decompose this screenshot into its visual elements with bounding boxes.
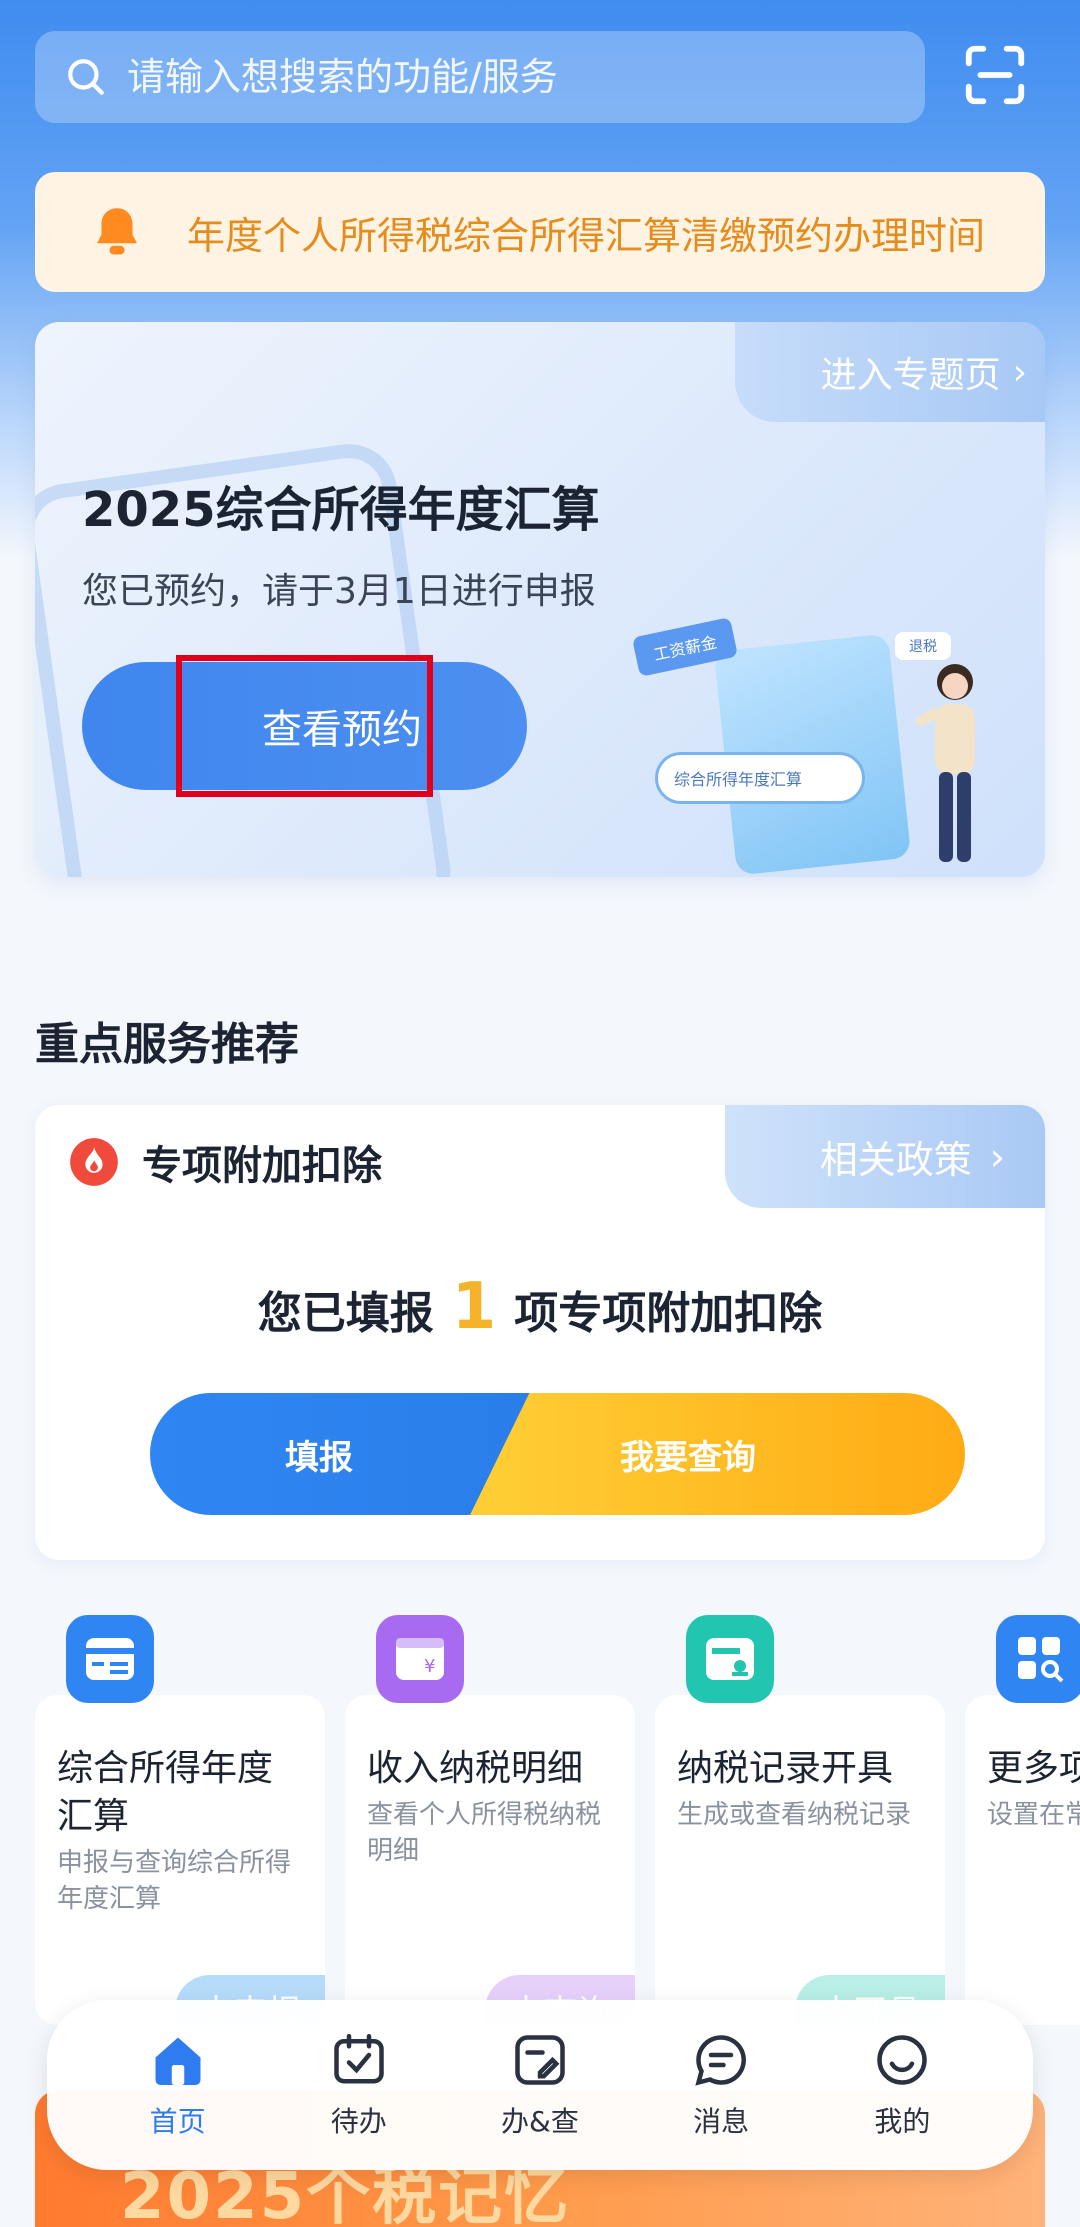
topic-link-label: 进入专题页	[820, 355, 1001, 396]
tax-form-icon	[66, 1615, 154, 1703]
tab-mine[interactable]: 我的	[827, 2030, 977, 2140]
banner-subtitle: 您已预约，请于3月1日进行申报	[82, 571, 596, 612]
certificate-icon	[686, 1615, 774, 1703]
notice-bar[interactable]: 年度个人所得税综合所得汇算清缴预约办理时间	[35, 172, 1045, 292]
filed-count-line: 您已填报 1 项专项附加扣除	[35, 1270, 1045, 1344]
deduction-header: 专项附加扣除	[68, 1133, 382, 1191]
topic-page-link[interactable]: 进入专题页 ›	[735, 322, 1045, 422]
wallet-yuan-icon: ¥	[376, 1615, 464, 1703]
tab-label: 消息	[693, 2105, 750, 2138]
deduction-actions: 填报 我要查询	[150, 1393, 965, 1515]
service-desc: 申报与查询综合所得年度汇算	[57, 1848, 292, 1914]
filed-prefix: 您已填报	[257, 1288, 434, 1339]
policy-link-label: 相关政策	[819, 1138, 972, 1182]
smile-icon	[877, 2035, 928, 2085]
fill-button-label: 填报	[285, 1437, 353, 1478]
highlight-box	[176, 655, 433, 797]
tab-todo[interactable]: 待办	[284, 2030, 434, 2140]
person-illustration	[916, 664, 975, 862]
filed-count: 1	[451, 1270, 497, 1344]
tab-label: 我的	[874, 2105, 931, 2138]
deduction-title: 专项附加扣除	[142, 1143, 382, 1189]
query-button[interactable]: 我要查询	[470, 1393, 965, 1515]
tab-handle-query[interactable]: 办&查	[465, 2030, 615, 2140]
form-edit-icon	[515, 2035, 565, 2085]
filed-suffix: 项专项附加扣除	[514, 1288, 823, 1339]
bell-icon	[97, 208, 137, 255]
flame-badge-icon	[70, 1138, 118, 1186]
search-bar[interactable]	[35, 31, 925, 123]
chevron-right-icon: ›	[989, 1134, 1005, 1179]
special-deduction-card: 专项附加扣除 相关政策 › 您已填报 1 项专项附加扣除 填报 我要查询	[35, 1105, 1045, 1560]
tab-label: 首页	[149, 2105, 206, 2138]
related-policy-link[interactable]: 相关政策 ›	[725, 1105, 1045, 1208]
banner-title: 2025综合所得年度汇算	[82, 482, 600, 538]
home-icon	[155, 2037, 201, 2085]
service-cards-row: 综合所得年度汇算 申报与查询综合所得年度汇算 去申报 收入纳税明细 查看个人所得…	[35, 1615, 1080, 2025]
service-card-annual[interactable]: 综合所得年度汇算 申报与查询综合所得年度汇算 去申报	[35, 1695, 325, 2025]
query-button-label: 我要查询	[620, 1437, 756, 1478]
apps-search-icon	[996, 1615, 1080, 1703]
illustration-search-box: 综合所得年度汇算	[655, 752, 865, 804]
service-card-tax-record[interactable]: 纳税记录开具 生成或查看纳税记录 去开具	[655, 1695, 945, 2025]
bottom-tab-bar: 首页 待办 办&查 消息 我的	[47, 2000, 1033, 2170]
tab-home[interactable]: 首页	[103, 2030, 253, 2140]
service-card-more[interactable]: 更多项 设置在常用功能	[965, 1695, 1080, 2025]
service-card-income-detail[interactable]: 收入纳税明细 查看个人所得税纳税明细 去查询	[345, 1695, 635, 2025]
notice-text: 年度个人所得税综合所得汇算清缴预约办理时间	[187, 213, 986, 258]
tab-label: 待办	[330, 2105, 387, 2138]
service-desc: 查看个人所得税纳税明细	[367, 1800, 602, 1866]
section-title: 重点服务推荐	[35, 1019, 299, 1070]
service-desc: 设置在常用功能	[987, 1800, 1080, 1830]
chat-icon	[695, 2035, 747, 2086]
calendar-check-icon	[334, 2034, 384, 2084]
search-icon	[68, 59, 104, 95]
tab-messages[interactable]: 消息	[646, 2030, 796, 2140]
service-title: 综合所得年度汇算	[57, 1748, 274, 1837]
scan-icon[interactable]	[960, 40, 1030, 110]
service-title: 更多项	[987, 1748, 1080, 1789]
service-title: 纳税记录开具	[677, 1748, 894, 1789]
service-desc: 生成或查看纳税记录	[677, 1800, 912, 1830]
tab-label: 办&查	[501, 2105, 579, 2138]
svg-text:¥: ¥	[424, 1656, 435, 1677]
search-input[interactable]	[127, 55, 887, 99]
chevron-right-icon: ›	[1012, 351, 1027, 393]
service-title: 收入纳税明细	[367, 1748, 584, 1789]
